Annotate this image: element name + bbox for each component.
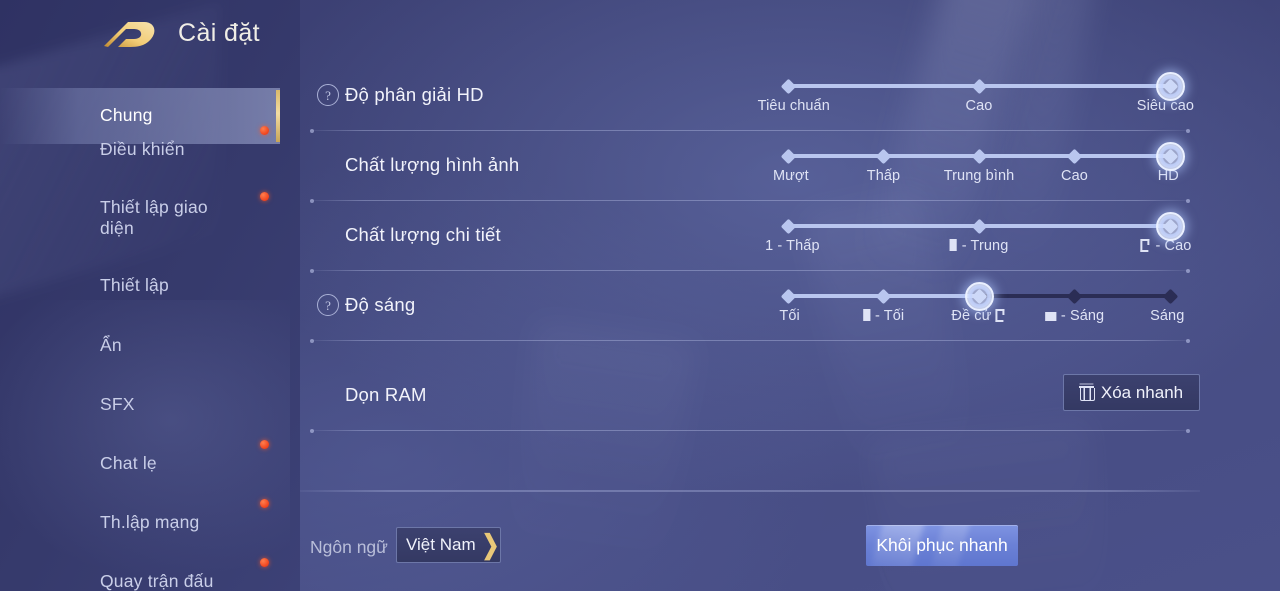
slider[interactable]: Tối - Tối Đề cử - Sáng Sáng: [779, 281, 1184, 328]
setting-row-3: Chất lượng chi tiết 1 - Thấp - Trung - Ca…: [300, 200, 1200, 270]
sidebar-item-label: Chat lẹ: [100, 453, 157, 474]
slider-tick[interactable]: [971, 218, 987, 234]
sidebar-item-5[interactable]: Ẩn: [0, 326, 280, 366]
slider-tick-label: 1 - Thấp: [765, 238, 820, 254]
slider-tick[interactable]: [1066, 288, 1083, 304]
setting-label: Độ sáng: [345, 294, 416, 315]
setting-label: Độ phân giải HD: [345, 84, 484, 105]
slider[interactable]: 1 - Thấp - Trung - Cao: [765, 211, 1191, 258]
footer-bar: Ngôn ngữ Việt Nam ❯ Khôi phục nhanh: [300, 515, 1200, 575]
settings-content: ? Độ phân giải HD Tiêu chuẩn Cao Siêu cao Chấ…: [300, 60, 1280, 591]
notification-badge: [260, 499, 269, 508]
slider-tick-label: - Trung: [949, 238, 1009, 254]
slider-tick-label: Sáng: [1150, 308, 1185, 324]
slider-tick[interactable]: [780, 218, 796, 234]
language-select[interactable]: Việt Nam ❯: [396, 527, 501, 563]
page-title: Cài đặt: [178, 19, 261, 47]
sidebar-nav: Chung Điều khiển Thiết lập giao diện Thiết …: [0, 70, 280, 591]
sidebar-item-label: Th.lập mạng: [100, 512, 200, 533]
slider[interactable]: Mượt Thấp Trung bình Cao HD: [773, 141, 1185, 188]
sidebar-item-label: Chung: [100, 105, 153, 126]
sidebar-item-label: SFX: [100, 394, 135, 415]
slider-tick-label: Thấp: [866, 168, 901, 184]
slider-tick[interactable]: [971, 78, 987, 94]
notification-badge: [260, 440, 269, 449]
header: Cài đặt: [0, 0, 1280, 70]
slider-tick-label: Cao: [1061, 168, 1088, 184]
slider-tick[interactable]: [971, 148, 987, 164]
slider[interactable]: Tiêu chuẩn Cao Siêu cao: [758, 71, 1194, 118]
slider-thumb[interactable]: [1155, 211, 1185, 241]
sidebar-item-label: Ẩn: [100, 335, 122, 356]
setting-label: Chất lượng chi tiết: [345, 224, 501, 245]
notification-badge: [260, 558, 269, 567]
language-label: Ngôn ngữ: [310, 537, 388, 557]
missing-glyph-box: [995, 309, 1006, 322]
slider-tick[interactable]: [1162, 288, 1178, 304]
slider-tick[interactable]: [875, 288, 892, 304]
chevron-right-icon: ❯: [481, 530, 500, 560]
setting-label: Chất lượng hình ảnh: [345, 154, 520, 175]
slider-tick-label: Tiêu chuẩn: [757, 98, 830, 114]
slider-tick[interactable]: [780, 288, 796, 304]
slider-thumb[interactable]: [1155, 141, 1185, 171]
slider-tick-label: - Tối: [862, 308, 904, 324]
sidebar-item-label: Điều khiển: [100, 139, 185, 160]
sidebar-item-7[interactable]: Chat lẹ: [0, 440, 280, 484]
restore-defaults-button[interactable]: Khôi phục nhanh: [866, 525, 1018, 566]
sidebar-item-label: Quay trận đấu: [100, 571, 214, 591]
help-icon[interactable]: ?: [317, 84, 339, 106]
sidebar-item-2[interactable]: Điều khiển: [0, 126, 280, 170]
row-divider: [310, 338, 1190, 343]
setting-row-2: Chất lượng hình ảnh Mượt Thấp Trung bình Cao…: [300, 130, 1200, 200]
missing-glyph-box: [949, 239, 957, 251]
clear-ram-button-label: Xóa nhanh: [1100, 382, 1184, 402]
clear-ram-button[interactable]: Xóa nhanh: [1063, 374, 1200, 411]
slider-tick-label: - Sáng: [1044, 308, 1104, 324]
missing-glyph-box: [1044, 312, 1056, 321]
sidebar-item-6[interactable]: SFX: [0, 385, 280, 425]
notification-badge: [260, 192, 269, 201]
slider-thumb[interactable]: [1155, 71, 1185, 101]
sidebar-item-4[interactable]: Thiết lập: [0, 266, 280, 306]
setting-row-ram: Dọn RAM Xóa nhanh: [300, 360, 1200, 430]
slider-tick[interactable]: [780, 78, 796, 94]
restore-defaults-label: Khôi phục nhanh: [876, 535, 1008, 555]
trash-icon: [1078, 385, 1095, 401]
setting-label-ram: Dọn RAM: [345, 384, 427, 405]
slider-thumb[interactable]: [964, 281, 994, 311]
sidebar-item-label: Thiết lập: [100, 275, 169, 296]
missing-glyph-box: [1140, 239, 1150, 252]
missing-glyph-box: [862, 309, 870, 321]
slider-tick[interactable]: [875, 148, 892, 164]
slider-tick[interactable]: [780, 148, 796, 164]
slider-tick-label: Cao: [965, 98, 993, 114]
sidebar-item-label: Thiết lập giao diện: [100, 196, 208, 238]
game-logo-icon: [98, 16, 160, 54]
sidebar-item-3[interactable]: Thiết lập giao diện: [0, 186, 280, 250]
section-divider: [300, 490, 1200, 492]
setting-row-4: ? Độ sáng Tối - Tối Đề cử - Sáng Sáng: [300, 270, 1200, 340]
language-value: Việt Nam: [406, 535, 476, 554]
help-icon[interactable]: ?: [317, 294, 339, 316]
row-divider: [310, 428, 1190, 433]
slider-tick-label: Mượt: [772, 168, 809, 184]
notification-badge: [260, 126, 269, 135]
setting-row-1: ? Độ phân giải HD Tiêu chuẩn Cao Siêu cao: [300, 60, 1200, 130]
sidebar-item-8[interactable]: Th.lập mạng: [0, 499, 280, 543]
slider-tick-label: Tối: [779, 308, 800, 324]
slider-tick-label: Trung bình: [943, 168, 1015, 184]
sidebar-item-9[interactable]: Quay trận đấu: [0, 558, 280, 591]
slider-tick[interactable]: [1066, 148, 1083, 164]
